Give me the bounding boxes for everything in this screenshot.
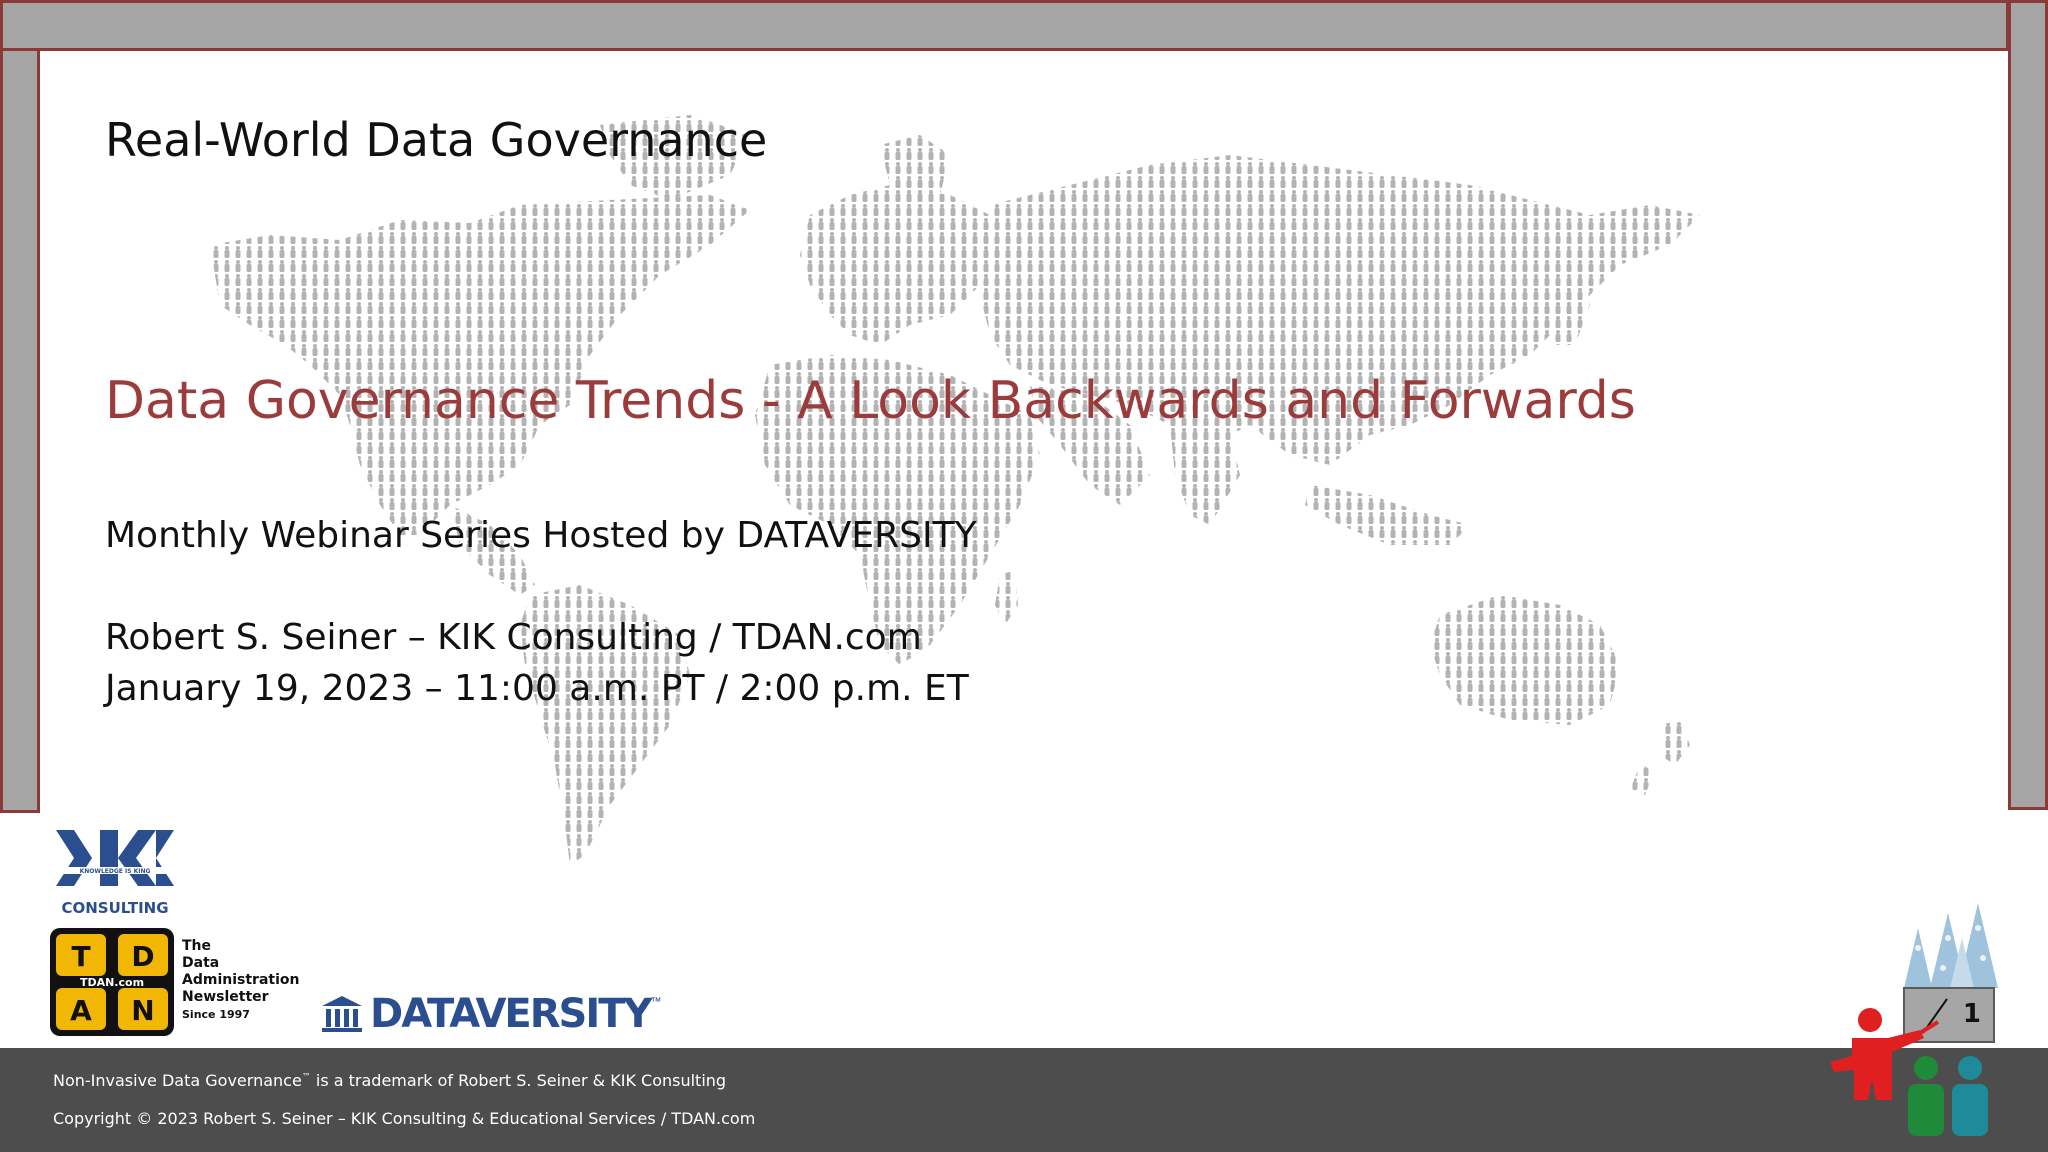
footer-trademark: Non-Invasive Data Governance™ is a trade… (53, 1071, 726, 1090)
tdan-center-label: TDAN.com (80, 976, 144, 989)
dataversity-tm: ™ (650, 996, 662, 1008)
tdan-caption-line: Data (182, 955, 220, 971)
slide-header: Real-World Data Governance (105, 113, 768, 167)
tdan-logo-icon: T D A N TDAN.com (50, 928, 174, 1036)
slide-title: Data Governance Trends - A Look Backward… (105, 371, 1636, 431)
tdan-caption-line: Administration (182, 972, 300, 988)
frame-top-bar (0, 0, 2009, 51)
tdan-caption-line: Newsletter (182, 989, 269, 1005)
kik-logo-icon: KNOWLEDGE IS KING CONSULTING (52, 828, 178, 918)
kik-tagline: KNOWLEDGE IS KING (80, 868, 151, 875)
footer-trademark-rest: is a trademark of Robert S. Seiner & KIK… (310, 1071, 727, 1090)
footer-bar: Non-Invasive Data Governance™ is a trade… (0, 1048, 2048, 1152)
footer-tm-mark: ™ (301, 1072, 311, 1083)
tdan-since: Since 1997 (182, 1008, 250, 1021)
footer-copyright: Copyright © 2023 Robert S. Seiner – KIK … (53, 1109, 756, 1128)
tdan-caption-line: The (182, 938, 212, 954)
tdan-tile-n: N (131, 994, 154, 1027)
date-line: January 19, 2023 – 11:00 a.m. PT / 2:00 … (105, 668, 969, 709)
presenter-line: Robert S. Seiner – KIK Consulting / TDAN… (105, 617, 922, 658)
dataversity-name: DATAVERSITY (370, 991, 652, 1037)
dataversity-logo: DATAVERSITY ™ (320, 990, 662, 1038)
tdan-tile-a: A (70, 994, 92, 1027)
tdan-tile-t: T (71, 940, 90, 973)
world-map-image (210, 115, 1700, 865)
footer-trademark-name: Non-Invasive Data Governance (53, 1071, 302, 1090)
kik-name: CONSULTING (61, 899, 168, 917)
frame-left-bar (0, 51, 40, 813)
building-icon (322, 996, 362, 1032)
slide-subtitle: Monthly Webinar Series Hosted by DATAVER… (105, 515, 977, 556)
frame-right-bar (2008, 0, 2048, 810)
presenter-icon (1830, 1008, 1988, 1136)
snowy-trees-icon (1904, 903, 1998, 988)
tdan-caption: The Data Administration Newsletter Since… (182, 938, 299, 1023)
tdan-tile-d: D (131, 940, 154, 973)
